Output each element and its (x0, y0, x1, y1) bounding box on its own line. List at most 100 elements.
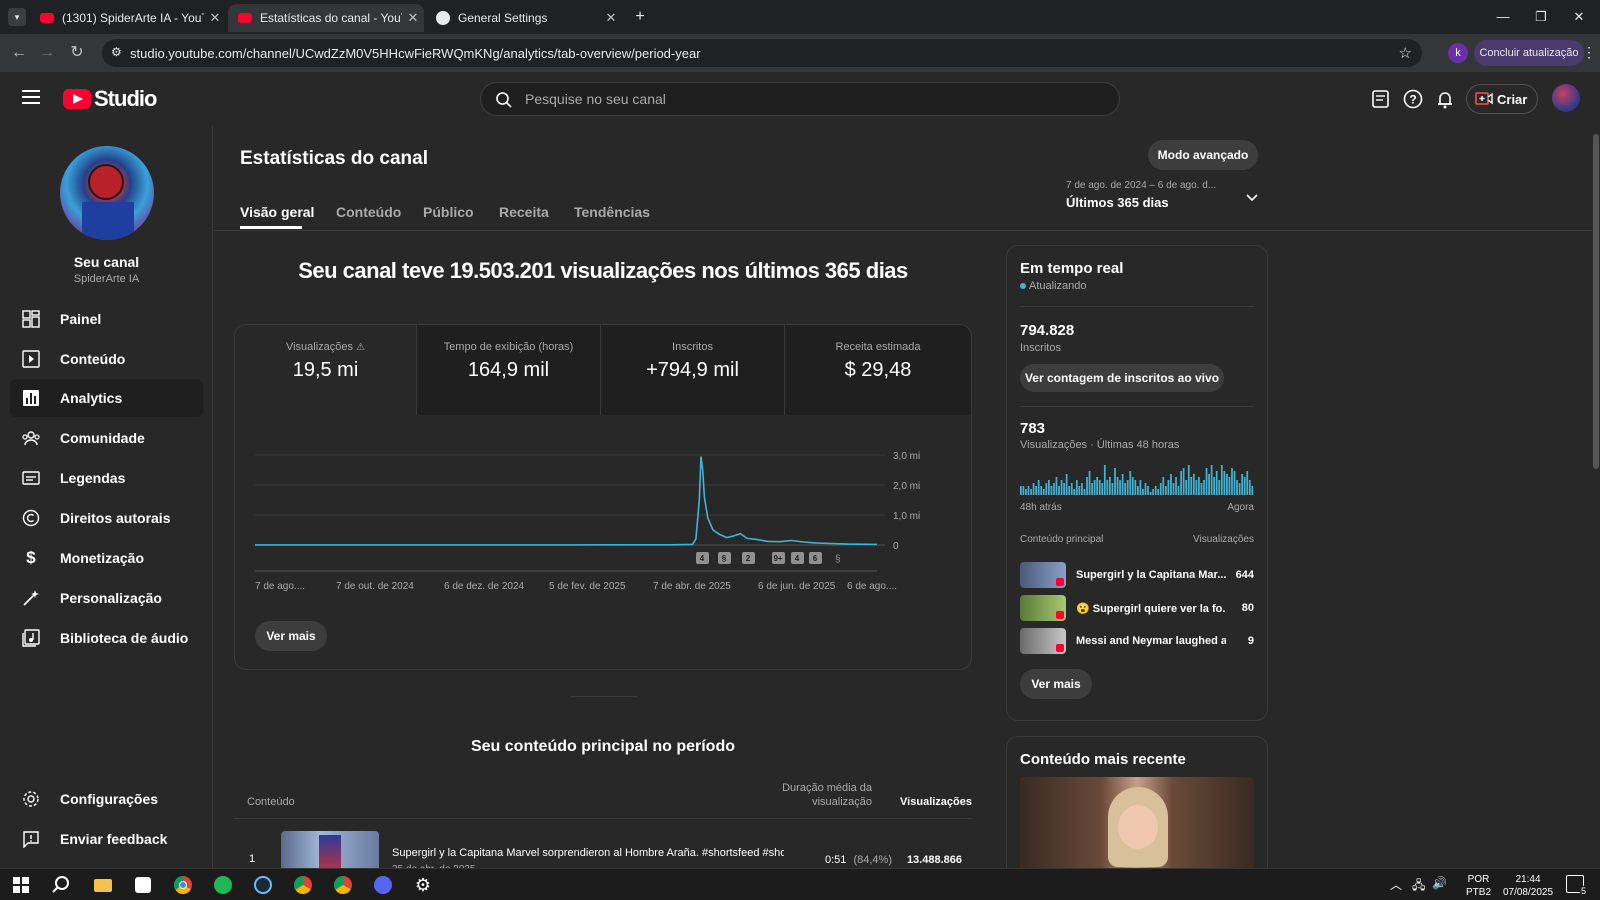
tab-receita[interactable]: Receita (499, 204, 549, 220)
settings-gear-icon[interactable]: ⚙ (410, 873, 436, 897)
close-tab-icon[interactable]: ✕ (600, 10, 622, 26)
browser-tab[interactable]: (1301) SpiderArte IA - YouTube ✕ (30, 4, 226, 32)
steam-icon[interactable] (250, 873, 276, 897)
realtime-subscribers: 794.828 (1020, 322, 1075, 339)
clock[interactable]: 21:44 07/08/2025 (1498, 873, 1558, 899)
col-avg-duration-header[interactable]: Duração média da visualização (766, 781, 872, 809)
windows-start-icon[interactable] (8, 873, 34, 897)
bookmark-star-icon[interactable]: ☆ (1399, 44, 1412, 62)
sidebar-item-direitos-autorais[interactable]: Direitos autorais (10, 499, 203, 537)
list-item[interactable]: 😮 Supergirl quiere ver la fo... 80 (1020, 595, 1254, 623)
sidebar-item-comunidade[interactable]: Comunidade (10, 419, 203, 457)
browser-menu-icon[interactable]: ⋮ (1582, 44, 1596, 61)
tabs-divider (214, 230, 1594, 231)
clock-time: 21:44 (1515, 874, 1541, 885)
see-more-button[interactable]: Ver mais (255, 621, 327, 651)
list-item[interactable]: Messi and Neymar laughed at... 9 (1020, 628, 1254, 656)
page-scrollbar[interactable] (1592, 126, 1600, 868)
spotify-icon[interactable] (210, 873, 236, 897)
realtime-bar (1058, 486, 1060, 495)
new-tab-button[interactable]: + (630, 7, 650, 27)
site-info-icon[interactable]: ⚙ (111, 45, 122, 59)
realtime-bar (1073, 489, 1076, 495)
period-selector[interactable]: 7 de ago. de 2024 – 6 de ago. d... Últim… (1066, 180, 1276, 216)
hamburger-menu-icon[interactable] (22, 90, 40, 104)
realtime-bar (1022, 486, 1025, 495)
chrome-icon[interactable] (170, 873, 196, 897)
notifications-bell-icon[interactable] (1432, 86, 1458, 112)
browser-tab-title: (1301) SpiderArte IA - YouTube (62, 11, 204, 25)
volume-icon[interactable]: 🔊 (1432, 876, 1447, 890)
x-tick-label: 6 de jun. de 2025 (758, 581, 836, 592)
list-item[interactable]: Supergirl y la Capitana Mar... 644 (1020, 562, 1254, 590)
realtime-bar (1131, 477, 1134, 495)
create-button[interactable]: Criar (1466, 84, 1538, 114)
metric-title-text: Visualizações (285, 341, 354, 353)
minimize-button[interactable]: — (1488, 6, 1518, 28)
sidebar-item-label: Enviar feedback (60, 831, 168, 847)
row-title[interactable]: Supergirl y la Capitana Marvel sorprendi… (392, 847, 784, 859)
restore-button[interactable]: ❐ (1526, 6, 1556, 28)
see-more-button[interactable]: Ver mais (1020, 669, 1092, 699)
tab-visao-geral[interactable]: Visão geral (240, 204, 314, 220)
update-button[interactable]: Concluir atualização (1474, 40, 1584, 66)
back-icon[interactable]: ← (8, 42, 30, 64)
sidebar-item-analytics[interactable]: Analytics (10, 379, 203, 417)
col-views-header[interactable]: Visualizações (874, 796, 972, 808)
realtime-bar (1078, 486, 1081, 495)
notification-center-icon[interactable]: 5 (1566, 875, 1587, 896)
search-input[interactable] (525, 89, 1085, 109)
close-window-button[interactable]: ✕ (1564, 6, 1594, 28)
sidebar-item-configuracoes[interactable]: Configurações (10, 780, 203, 818)
close-tab-icon[interactable]: ✕ (204, 10, 226, 26)
reload-icon[interactable]: ↻ (66, 42, 88, 64)
studio-logo[interactable]: Studio (63, 86, 157, 112)
advanced-mode-button[interactable]: Modo avançado (1148, 140, 1258, 170)
metric-watch-time[interactable]: Tempo de exibição (horas) 164,9 mil (417, 325, 601, 415)
address-bar[interactable]: ⚙ studio.youtube.com/channel/UCwdZzM0V5H… (102, 39, 1422, 67)
sidebar-item-monetizacao[interactable]: $ Monetização (10, 539, 203, 577)
search-icon[interactable] (48, 873, 74, 897)
sidebar-item-enviar-feedback[interactable]: Enviar feedback (10, 820, 203, 858)
sidebar-item-biblioteca-de-audio[interactable]: Biblioteca de áudio (10, 619, 203, 657)
scrollbar-thumb[interactable] (1593, 134, 1599, 469)
channel-avatar[interactable] (60, 146, 154, 240)
browser-tab-active[interactable]: Estatísticas do canal - YouTube ✕ (228, 4, 424, 32)
captions-feedback-icon[interactable] (1368, 86, 1394, 112)
x-tick-label: 7 de out. de 2024 (336, 581, 414, 592)
sidebar-item-legendas[interactable]: Legendas (10, 459, 203, 497)
metric-revenue[interactable]: Receita estimada $ 29,48 (785, 325, 971, 415)
chrome-profile-icon[interactable] (290, 873, 316, 897)
chrome-profile-icon[interactable] (330, 873, 356, 897)
metric-title: Receita estimada (835, 341, 921, 353)
search-bar[interactable] (480, 82, 1120, 116)
tray-chevron-icon[interactable]: ︿ (1390, 876, 1402, 893)
sidebar-item-personalizacao[interactable]: Personalização (10, 579, 203, 617)
y-tick-label: 2,0 mi (893, 481, 920, 492)
tab-publico[interactable]: Público (423, 204, 474, 220)
views-line-chart[interactable]: 3,0 mi 2,0 mi 1,0 mi 0 4 § 2 9+ 4 6 § 7 de ago.... 7… (235, 445, 971, 605)
help-icon[interactable]: ? (1400, 86, 1426, 112)
browser-tab[interactable]: General Settings ✕ (426, 4, 622, 32)
realtime-bar-chart[interactable] (1020, 464, 1254, 496)
input-language[interactable]: POR PTB2 (1466, 873, 1491, 899)
capcut-icon[interactable] (130, 873, 156, 897)
discord-icon[interactable] (370, 873, 396, 897)
metric-views[interactable]: Visualizações ⚠ 19,5 mi (235, 325, 417, 415)
live-subscriber-count-button[interactable]: Ver contagem de inscritos ao vivo (1020, 364, 1224, 392)
metric-subscribers[interactable]: Inscritos +794,9 mil (601, 325, 785, 415)
file-explorer-icon[interactable] (90, 873, 116, 897)
tab-tendencias[interactable]: Tendências (574, 204, 650, 220)
sidebar-item-label: Comunidade (60, 430, 145, 446)
live-dot-icon (1020, 283, 1026, 289)
tab-conteudo[interactable]: Conteúdo (336, 204, 401, 220)
account-avatar[interactable] (1552, 84, 1580, 112)
tab-search-icon[interactable]: ▾ (8, 8, 26, 26)
network-icon[interactable]: 🖧 (1412, 876, 1425, 897)
profile-avatar[interactable]: k (1448, 43, 1468, 63)
sidebar-item-painel[interactable]: Painel (10, 300, 203, 338)
sidebar-item-label: Conteúdo (60, 351, 126, 367)
sidebar-item-conteudo[interactable]: Conteúdo (10, 340, 203, 378)
forward-icon[interactable]: → (36, 42, 58, 64)
close-tab-icon[interactable]: ✕ (402, 10, 424, 26)
